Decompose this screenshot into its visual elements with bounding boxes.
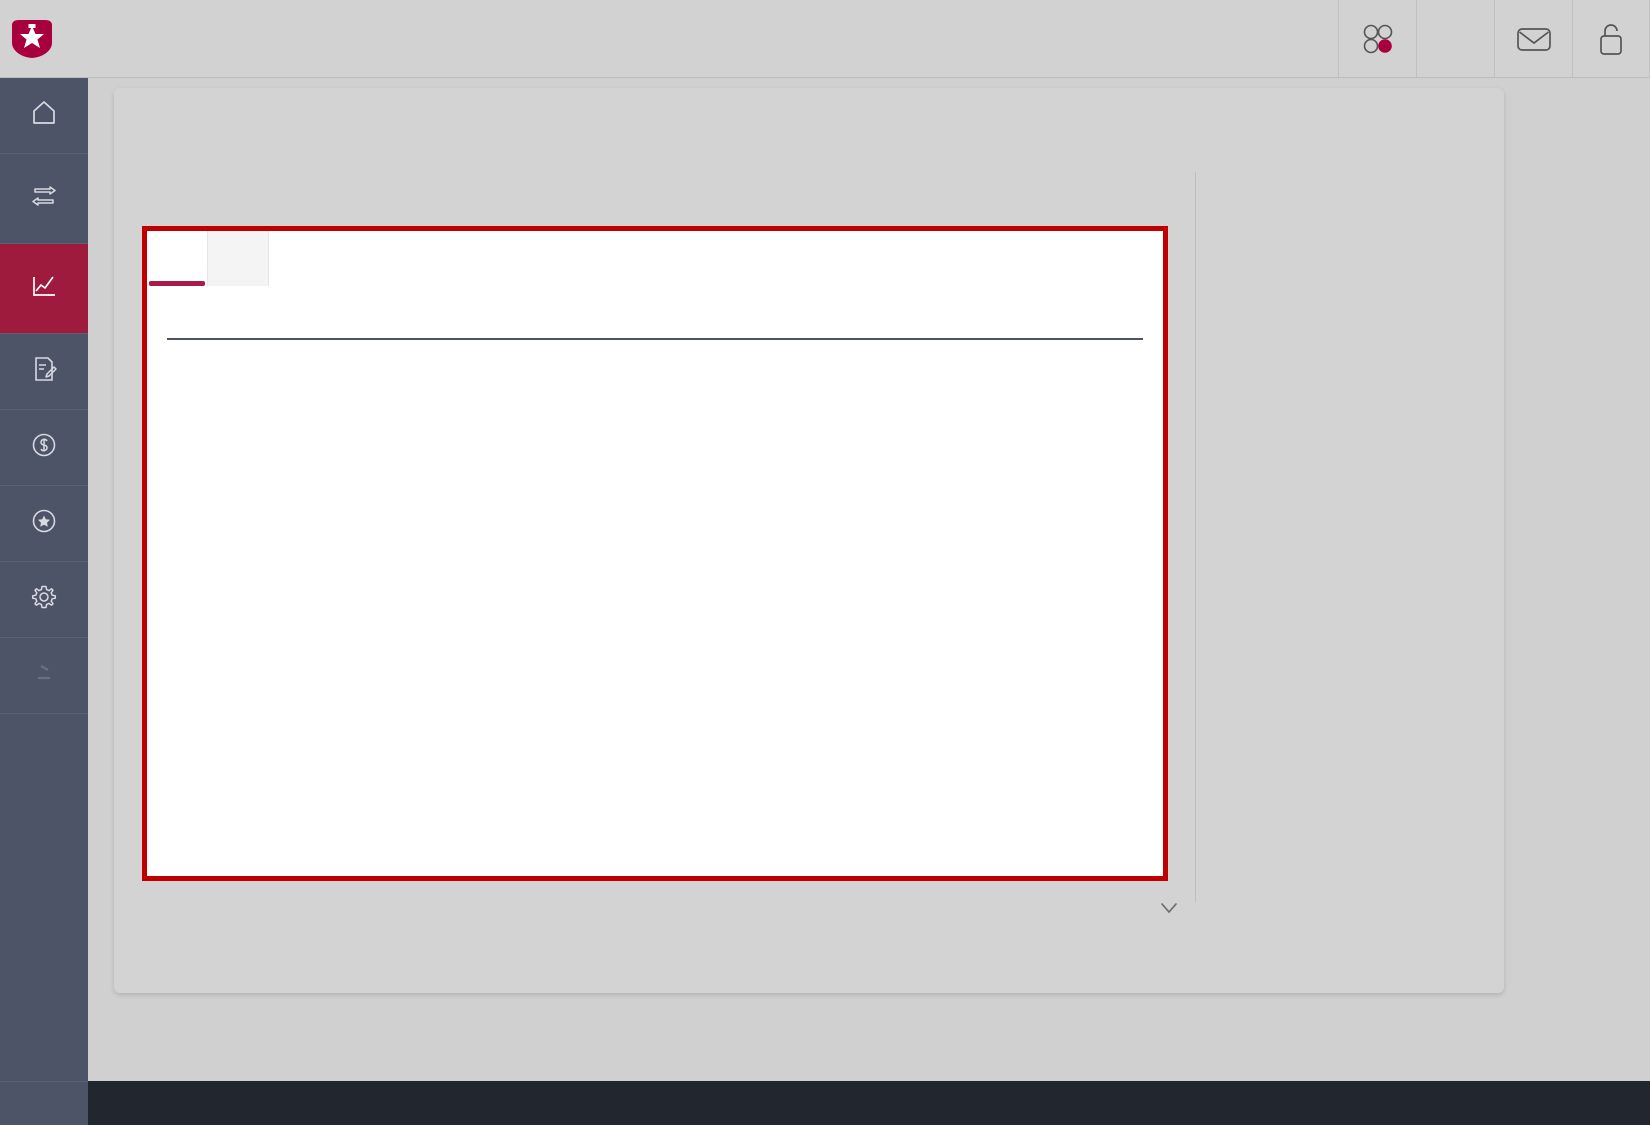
home-icon xyxy=(33,101,55,124)
logout-button[interactable] xyxy=(1572,0,1650,78)
app-root xyxy=(0,0,1650,1125)
chart-line-icon xyxy=(33,276,55,296)
sidebar-item-services[interactable] xyxy=(0,410,88,486)
faint-icon xyxy=(38,665,50,680)
sidebar-item-settings[interactable] xyxy=(0,562,88,638)
top-header xyxy=(0,0,1650,78)
remarks-section[interactable] xyxy=(140,884,1180,932)
apps-grid-button[interactable] xyxy=(1338,0,1416,78)
transfer-arrows-icon xyxy=(32,186,56,206)
bank-logo[interactable] xyxy=(0,19,66,59)
sidebar-item-transfers-payments[interactable] xyxy=(0,154,88,244)
dollar-circle-icon xyxy=(32,433,56,457)
header-actions xyxy=(1338,0,1650,78)
messages-button[interactable] xyxy=(1494,0,1572,78)
sidebar-item-home[interactable] xyxy=(0,78,88,154)
bottom-bar-sidebar-segment xyxy=(0,1081,88,1125)
unlock-icon xyxy=(1600,23,1622,55)
chevron-down-icon[interactable] xyxy=(1158,897,1180,919)
sidebar-item-rewards[interactable] xyxy=(0,486,88,562)
sidebar-item-mvp2[interactable] xyxy=(0,638,88,714)
sidebar-item-applications[interactable] xyxy=(0,334,88,410)
language-toggle-button[interactable] xyxy=(1416,0,1494,78)
document-pencil-icon xyxy=(35,357,57,381)
apps-grid-icon xyxy=(1363,24,1392,53)
star-circle-icon xyxy=(32,509,56,533)
gear-icon xyxy=(31,585,57,609)
vertical-divider xyxy=(1195,172,1196,902)
sidebar-item-wealth[interactable] xyxy=(0,244,88,334)
annotation-highlight-box xyxy=(142,226,1168,881)
bottom-bar xyxy=(88,1081,1650,1125)
left-sidebar xyxy=(0,78,88,1081)
dah-sing-logo-icon xyxy=(10,19,54,59)
envelope-icon xyxy=(1516,27,1551,51)
